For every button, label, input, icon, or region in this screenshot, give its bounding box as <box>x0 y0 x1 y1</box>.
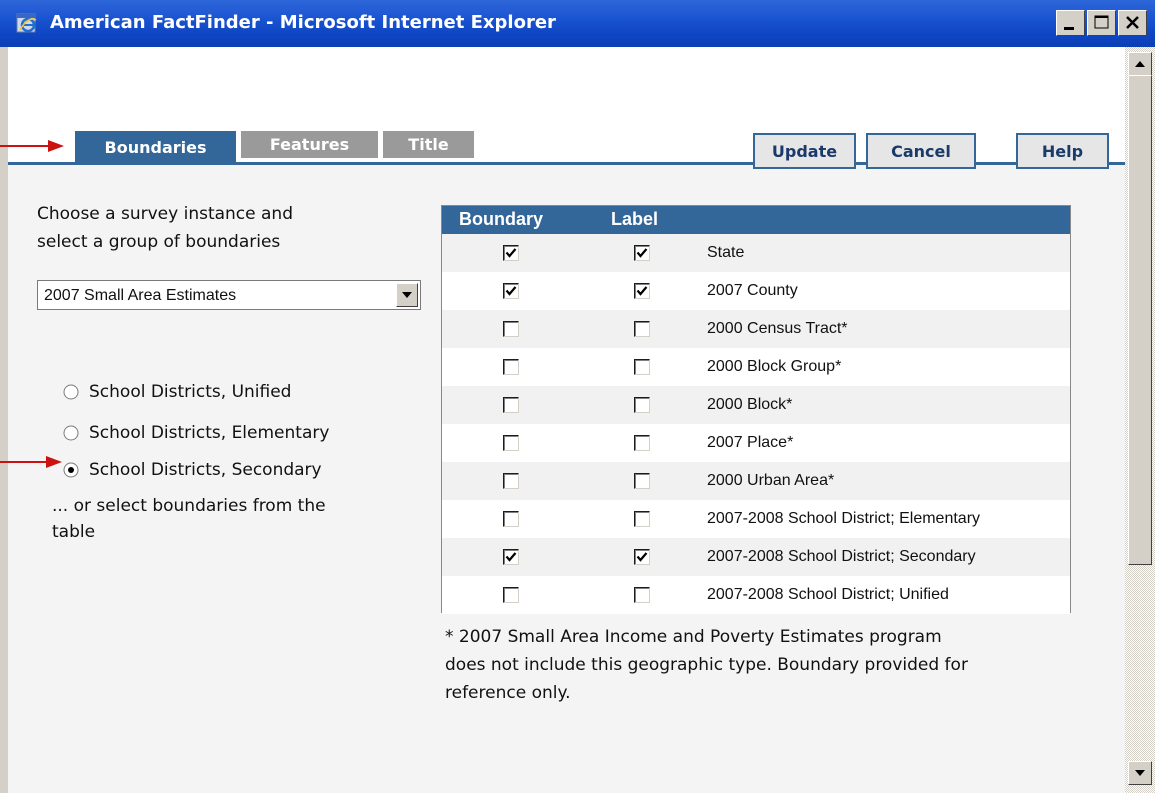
radio-unified-label: School Districts, Unified <box>89 382 292 402</box>
tab-boundaries[interactable]: Boundaries <box>75 131 236 163</box>
survey-prompt-line2: select a group of boundaries <box>37 232 281 252</box>
maximize-button[interactable] <box>1087 10 1116 36</box>
radio-secondary[interactable]: School Districts, Secondary <box>63 460 322 480</box>
footnote-line3: reference only. <box>445 683 571 703</box>
label-checkbox[interactable] <box>634 245 650 261</box>
checkmark-icon <box>636 286 648 296</box>
label-checkbox[interactable] <box>634 397 650 413</box>
row-label: 2007-2008 School District; Elementary <box>707 510 981 527</box>
close-icon <box>1126 16 1139 29</box>
label-checkbox[interactable] <box>634 321 650 337</box>
survey-select-value: 2007 Small Area Estimates <box>44 287 237 304</box>
boundary-checkbox[interactable] <box>503 511 519 527</box>
radio-icon[interactable] <box>63 425 79 441</box>
red-arrow-icon <box>0 140 64 152</box>
table-row: 2000 Block* <box>442 386 1070 424</box>
tab-title[interactable]: Title <box>383 131 474 158</box>
close-button[interactable] <box>1118 10 1147 36</box>
row-label: State <box>707 244 745 261</box>
table-row: 2007 Place* <box>442 424 1070 462</box>
label-checkbox[interactable] <box>634 283 650 299</box>
chevron-up-icon <box>1135 61 1145 67</box>
boundary-checkbox[interactable] <box>503 359 519 375</box>
label-checkbox[interactable] <box>634 549 650 565</box>
table-row: 2007 County <box>442 272 1070 310</box>
row-label: 2007 Place* <box>707 434 794 451</box>
survey-prompt-line1: Choose a survey instance and <box>37 204 293 224</box>
cancel-button[interactable]: Cancel <box>866 133 976 169</box>
boundary-checkbox[interactable] <box>503 397 519 413</box>
table-row: 2007-2008 School District; Secondary <box>442 538 1070 576</box>
or-select-line2: table <box>52 522 96 542</box>
red-arrow-icon <box>0 456 62 468</box>
boundary-checkbox[interactable] <box>503 549 519 565</box>
footnote: * 2007 Small Area Income and Poverty Est… <box>445 623 1085 707</box>
column-header-label: Label <box>611 209 659 229</box>
boundary-checkbox[interactable] <box>503 321 519 337</box>
dropdown-button[interactable] <box>396 283 418 307</box>
chevron-down-icon <box>1135 770 1145 776</box>
title-bar: American FactFinder - Microsoft Internet… <box>0 0 1155 47</box>
label-checkbox[interactable] <box>634 359 650 375</box>
update-button[interactable]: Update <box>753 133 856 169</box>
checkmark-icon <box>636 248 648 258</box>
row-label: 2000 Census Tract* <box>707 320 848 337</box>
or-select-note: ... or select boundaries from the table <box>52 493 402 545</box>
checkmark-icon <box>505 248 517 258</box>
tab-features[interactable]: Features <box>241 131 378 158</box>
label-checkbox[interactable] <box>634 587 650 603</box>
table-row: 2000 Urban Area* <box>442 462 1070 500</box>
column-header-boundary: Boundary <box>459 209 544 229</box>
dialog-content: Update Cancel Help Boundaries Features T… <box>8 47 1125 793</box>
boundary-checkbox[interactable] <box>503 283 519 299</box>
row-label: 2007-2008 School District; Secondary <box>707 548 976 565</box>
internet-explorer-icon <box>16 12 38 34</box>
radio-icon[interactable] <box>63 384 79 400</box>
help-button[interactable]: Help <box>1016 133 1109 169</box>
survey-prompt: Choose a survey instance and select a gr… <box>37 200 417 256</box>
row-label: 2000 Block* <box>707 396 793 413</box>
boundary-checkbox[interactable] <box>503 473 519 489</box>
checkmark-icon <box>636 552 648 562</box>
radio-secondary-label: School Districts, Secondary <box>89 460 322 480</box>
radio-selected-icon[interactable] <box>63 462 79 478</box>
row-label: 2007 County <box>707 282 798 299</box>
boundary-checkbox[interactable] <box>503 435 519 451</box>
scroll-thumb[interactable] <box>1128 75 1152 565</box>
table-row: State <box>442 234 1070 272</box>
row-label: 2000 Urban Area* <box>707 472 835 489</box>
chevron-down-icon <box>402 292 412 298</box>
footnote-line1: * 2007 Small Area Income and Poverty Est… <box>445 627 942 647</box>
footnote-line2: does not include this geographic type. B… <box>445 655 968 675</box>
table-row: 2007-2008 School District; Elementary <box>442 500 1070 538</box>
table-row: 2007-2008 School District; Unified <box>442 576 1070 614</box>
checkmark-icon <box>505 286 517 296</box>
or-select-line1: ... or select boundaries from the <box>52 496 326 516</box>
row-label: 2000 Block Group* <box>707 358 842 375</box>
label-checkbox[interactable] <box>634 511 650 527</box>
radio-unified[interactable]: School Districts, Unified <box>63 382 291 402</box>
survey-select[interactable]: 2007 Small Area Estimates <box>37 280 421 310</box>
minimize-icon <box>1064 27 1074 30</box>
boundary-checkbox[interactable] <box>503 245 519 261</box>
radio-elementary-label: School Districts, Elementary <box>89 423 330 443</box>
table-row: 2000 Block Group* <box>442 348 1070 386</box>
scroll-down-button[interactable] <box>1128 761 1152 785</box>
row-label: 2007-2008 School District; Unified <box>707 586 949 603</box>
window-title: American FactFinder - Microsoft Internet… <box>50 12 556 33</box>
minimize-button[interactable] <box>1056 10 1085 36</box>
label-checkbox[interactable] <box>634 435 650 451</box>
table-header: Boundary Label <box>442 206 1070 234</box>
boundary-table: Boundary Label State 2007 County 2000 Cens… <box>441 205 1071 614</box>
radio-elementary[interactable]: School Districts, Elementary <box>63 423 329 443</box>
boundary-checkbox[interactable] <box>503 587 519 603</box>
checkmark-icon <box>505 552 517 562</box>
table-row: 2000 Census Tract* <box>442 310 1070 348</box>
window-controls <box>1056 10 1147 36</box>
maximize-icon <box>1094 15 1109 29</box>
vertical-scrollbar[interactable] <box>1125 47 1155 793</box>
scroll-up-button[interactable] <box>1128 52 1152 76</box>
label-checkbox[interactable] <box>634 473 650 489</box>
